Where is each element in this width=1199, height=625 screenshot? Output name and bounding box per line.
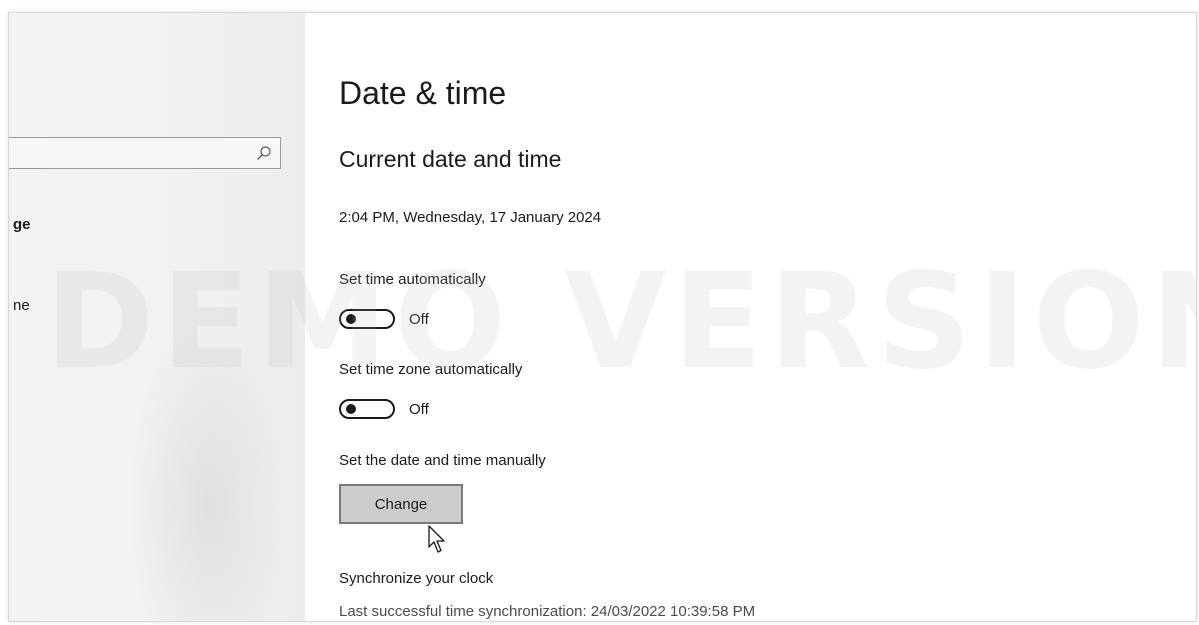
sidebar: ge ne bbox=[9, 13, 305, 621]
settings-window: ge ne Date & time Current date and time … bbox=[8, 12, 1197, 622]
set-time-zone-automatically-toggle[interactable] bbox=[339, 399, 395, 419]
set-time-zone-automatically-label: Set time zone automatically bbox=[339, 361, 523, 378]
set-time-automatically-row: Off bbox=[339, 309, 429, 329]
current-datetime: 2:04 PM, Wednesday, 17 January 2024 bbox=[339, 209, 602, 226]
set-time-automatically-label: Set time automatically bbox=[339, 271, 486, 288]
page-title: Date & time bbox=[339, 75, 507, 111]
set-time-automatically-toggle[interactable] bbox=[339, 309, 395, 329]
sidebar-item-partial[interactable]: ne bbox=[13, 297, 30, 314]
section-title: Current date and time bbox=[339, 146, 562, 172]
search-icon[interactable] bbox=[256, 145, 272, 161]
toggle-state-label: Off bbox=[409, 310, 429, 328]
sidebar-shade bbox=[129, 313, 289, 621]
main-content: Date & time Current date and time 2:04 P… bbox=[339, 13, 1196, 621]
sync-clock-title: Synchronize your clock bbox=[339, 570, 494, 587]
last-sync-text: Last successful time synchronization: 24… bbox=[339, 603, 756, 620]
change-button[interactable]: Change bbox=[339, 484, 463, 524]
set-date-time-manually-label: Set the date and time manually bbox=[339, 452, 546, 469]
search-input[interactable] bbox=[9, 137, 281, 169]
mouse-cursor-icon bbox=[428, 525, 445, 553]
toggle-state-label: Off bbox=[409, 400, 429, 418]
set-time-zone-automatically-row: Off bbox=[339, 399, 429, 419]
toggle-knob bbox=[346, 404, 356, 414]
toggle-knob bbox=[346, 314, 356, 324]
sidebar-item-language[interactable]: ge bbox=[13, 216, 31, 233]
